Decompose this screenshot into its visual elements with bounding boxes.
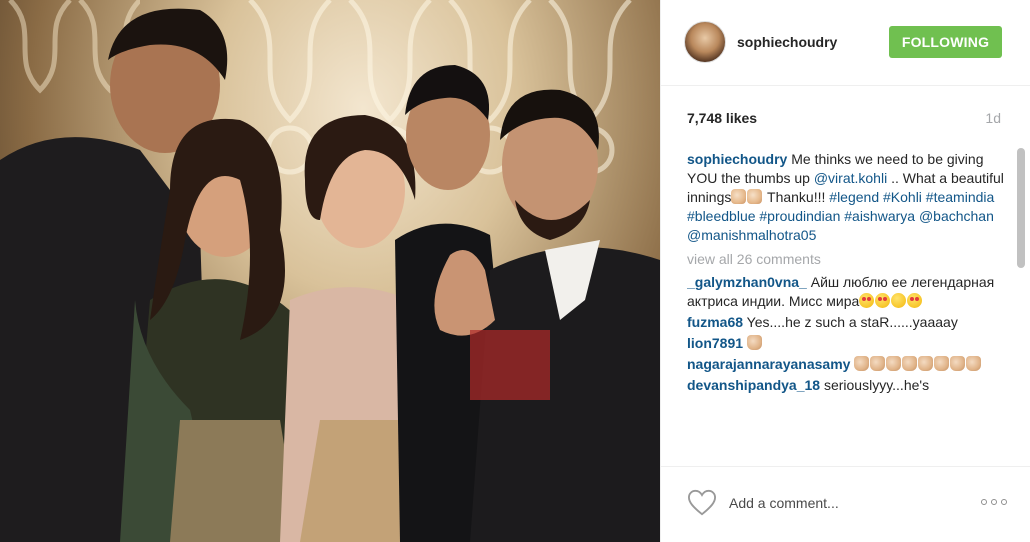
comment-username[interactable]: _galymzhan0vna_ xyxy=(687,274,807,290)
post-header: sophiechoudry FOLLOWING xyxy=(661,0,1030,86)
mention-link[interactable]: @virat.kohli xyxy=(814,170,887,186)
header-username[interactable]: sophiechoudry xyxy=(737,34,837,50)
thumbs-up-emoji-icon xyxy=(870,356,886,371)
likes-count[interactable]: 7,748 likes xyxy=(687,110,757,126)
comment-username[interactable]: fuzma68 xyxy=(687,314,743,330)
add-comment-input[interactable] xyxy=(729,495,929,511)
photo-people xyxy=(0,8,660,542)
comment-text: Yes....he z such a staR......yaaaay xyxy=(743,314,958,330)
comment-item: lion7891 xyxy=(687,334,1007,353)
following-button[interactable]: FOLLOWING xyxy=(889,26,1002,58)
thumbs-up-emoji-icon xyxy=(950,356,966,371)
comment-username[interactable]: lion7891 xyxy=(687,335,743,351)
caption-text-3: Thanku!!! xyxy=(763,189,830,205)
heart-outline-icon[interactable] xyxy=(687,489,717,517)
comment-username[interactable]: nagarajannarayanasamy xyxy=(687,356,850,372)
thumbs-up-emoji-icon xyxy=(918,356,934,371)
comment-item: nagarajannarayanasamy xyxy=(687,355,1007,374)
thumbs-up-emoji-icon xyxy=(886,356,902,371)
comment-item: devanshipandya_18 seriouslyyy...he's xyxy=(687,376,1007,395)
comment-username[interactable]: devanshipandya_18 xyxy=(687,377,820,393)
dot xyxy=(991,499,997,505)
comments-scrollbar[interactable] xyxy=(1017,148,1025,268)
thumbs-up-emoji-icon xyxy=(854,356,870,371)
comment-item: fuzma68 Yes....he z such a staR......yaa… xyxy=(687,313,1007,332)
comments-list: sophiechoudry Me thinks we need to be gi… xyxy=(687,150,1007,465)
thumbs-up-emoji-icon xyxy=(902,356,918,371)
thumbs-up-emoji-icon xyxy=(746,335,762,350)
post-photo[interactable] xyxy=(0,0,660,542)
caption-username[interactable]: sophiechoudry xyxy=(687,151,787,167)
comment-item: _galymzhan0vna_ Айш люблю ее легендарная… xyxy=(687,273,1007,311)
thumbs-up-emoji-icon xyxy=(966,356,982,371)
heart-eyes-emoji-icon xyxy=(875,293,891,308)
post-sidebar: sophiechoudry FOLLOWING 7,748 likes 1d s… xyxy=(660,0,1030,542)
clapping-hands-icon xyxy=(747,189,763,204)
avatar[interactable] xyxy=(684,21,726,63)
kiss-emoji-icon xyxy=(891,293,907,308)
post-age[interactable]: 1d xyxy=(985,110,1001,126)
dot xyxy=(1001,499,1007,505)
add-comment-bar xyxy=(661,466,1030,542)
more-options-icon[interactable] xyxy=(981,499,1007,505)
heart-eyes-emoji-icon xyxy=(907,293,923,308)
view-all-comments-link[interactable]: view all 26 comments xyxy=(687,250,1007,269)
comment-text: seriouslyyy...he's xyxy=(820,377,930,393)
clapping-hands-icon xyxy=(731,189,747,204)
dot xyxy=(981,499,987,505)
heart-eyes-emoji-icon xyxy=(859,293,875,308)
caption: sophiechoudry Me thinks we need to be gi… xyxy=(687,150,1007,245)
thumbs-up-emoji-icon xyxy=(934,356,950,371)
